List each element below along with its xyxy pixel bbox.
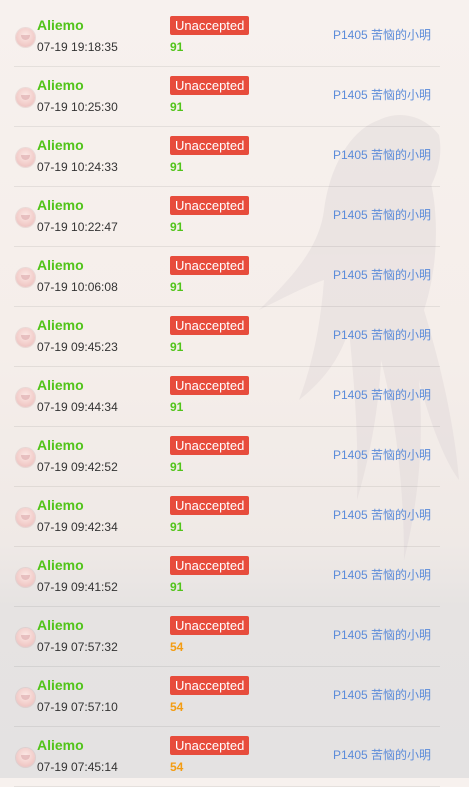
user-avatar[interactable] xyxy=(16,148,35,167)
status-badge[interactable]: Unaccepted xyxy=(170,256,250,275)
username-link[interactable]: Aliemo xyxy=(37,377,84,393)
username-link[interactable]: Aliemo xyxy=(37,137,84,153)
submission-row: Aliemo 07-19 10:24:33 Unaccepted 91 P1405 苦恼… xyxy=(14,127,440,187)
score-value: 54 xyxy=(170,640,184,654)
submission-time: 07-19 10:06:08 xyxy=(37,280,118,294)
problem-link[interactable]: P1405 苦恼的小明 xyxy=(333,748,431,762)
user-avatar[interactable] xyxy=(16,628,35,647)
submission-time: 07-19 07:45:14 xyxy=(37,760,118,774)
username-link[interactable]: Aliemo xyxy=(37,617,84,633)
username-link[interactable]: Aliemo xyxy=(37,557,84,573)
user-avatar[interactable] xyxy=(16,508,35,527)
user-avatar[interactable] xyxy=(16,88,35,107)
status-badge[interactable]: Unaccepted xyxy=(170,136,250,155)
score-value: 91 xyxy=(170,520,184,534)
submission-row: Aliemo 07-19 09:45:23 Unaccepted 91 P1405 苦恼… xyxy=(14,307,440,367)
submission-row: Aliemo 07-19 07:45:14 Unaccepted 54 P1405 苦恼… xyxy=(14,727,440,787)
user-avatar[interactable] xyxy=(16,448,35,467)
user-avatar[interactable] xyxy=(16,688,35,707)
user-avatar[interactable] xyxy=(16,568,35,587)
username-link[interactable]: Aliemo xyxy=(37,677,84,693)
submission-time: 07-19 10:25:30 xyxy=(37,100,118,114)
status-badge[interactable]: Unaccepted xyxy=(170,676,250,695)
problem-link[interactable]: P1405 苦恼的小明 xyxy=(333,628,431,642)
status-badge[interactable]: Unaccepted xyxy=(170,436,250,455)
score-value: 91 xyxy=(170,340,184,354)
username-link[interactable]: Aliemo xyxy=(37,17,84,33)
status-badge[interactable]: Unaccepted xyxy=(170,556,250,575)
submission-row: Aliemo 07-19 09:42:52 Unaccepted 91 P1405 苦恼… xyxy=(14,427,440,487)
status-badge[interactable]: Unaccepted xyxy=(170,616,250,635)
problem-link[interactable]: P1405 苦恼的小明 xyxy=(333,328,431,342)
submission-time: 07-19 10:24:33 xyxy=(37,160,118,174)
status-badge[interactable]: Unaccepted xyxy=(170,196,250,215)
score-value: 91 xyxy=(170,40,184,54)
submission-time: 07-19 07:57:10 xyxy=(37,700,118,714)
user-avatar[interactable] xyxy=(16,28,35,47)
submission-time: 07-19 19:18:35 xyxy=(37,40,118,54)
username-link[interactable]: Aliemo xyxy=(37,197,84,213)
status-badge[interactable]: Unaccepted xyxy=(170,736,250,755)
username-link[interactable]: Aliemo xyxy=(37,77,84,93)
score-value: 91 xyxy=(170,280,184,294)
score-value: 91 xyxy=(170,100,184,114)
problem-link[interactable]: P1405 苦恼的小明 xyxy=(333,28,431,42)
submission-row: Aliemo 07-19 07:57:32 Unaccepted 54 P1405 苦恼… xyxy=(14,607,440,667)
score-value: 54 xyxy=(170,760,184,774)
user-avatar[interactable] xyxy=(16,328,35,347)
score-value: 91 xyxy=(170,460,184,474)
score-value: 91 xyxy=(170,400,184,414)
submission-row: Aliemo 07-19 09:41:52 Unaccepted 91 P1405 苦恼… xyxy=(14,547,440,607)
submission-row: Aliemo 07-19 09:44:34 Unaccepted 91 P1405 苦恼… xyxy=(14,367,440,427)
submission-time: 07-19 09:44:34 xyxy=(37,400,118,414)
user-avatar[interactable] xyxy=(16,208,35,227)
submission-row: Aliemo 07-19 09:42:34 Unaccepted 91 P1405 苦恼… xyxy=(14,487,440,547)
problem-link[interactable]: P1405 苦恼的小明 xyxy=(333,208,431,222)
username-link[interactable]: Aliemo xyxy=(37,257,84,273)
submission-time: 07-19 10:22:47 xyxy=(37,220,118,234)
submission-time: 07-19 09:42:34 xyxy=(37,520,118,534)
submission-row: Aliemo 07-19 07:57:10 Unaccepted 54 P1405 苦恼… xyxy=(14,667,440,727)
problem-link[interactable]: P1405 苦恼的小明 xyxy=(333,688,431,702)
user-avatar[interactable] xyxy=(16,268,35,287)
problem-link[interactable]: P1405 苦恼的小明 xyxy=(333,568,431,582)
user-avatar[interactable] xyxy=(16,748,35,767)
problem-link[interactable]: P1405 苦恼的小明 xyxy=(333,448,431,462)
problem-link[interactable]: P1405 苦恼的小明 xyxy=(333,508,431,522)
problem-link[interactable]: P1405 苦恼的小明 xyxy=(333,268,431,282)
submission-list: Aliemo 07-19 19:18:35 Unaccepted 91 P1405 苦恼… xyxy=(0,0,469,787)
submission-row: Aliemo 07-19 19:18:35 Unaccepted 91 P1405 苦恼… xyxy=(14,0,440,67)
problem-link[interactable]: P1405 苦恼的小明 xyxy=(333,148,431,162)
username-link[interactable]: Aliemo xyxy=(37,317,84,333)
score-value: 91 xyxy=(170,160,184,174)
status-badge[interactable]: Unaccepted xyxy=(170,76,250,95)
submission-time: 07-19 07:57:32 xyxy=(37,640,118,654)
status-badge[interactable]: Unaccepted xyxy=(170,376,250,395)
problem-link[interactable]: P1405 苦恼的小明 xyxy=(333,88,431,102)
score-value: 91 xyxy=(170,220,184,234)
username-link[interactable]: Aliemo xyxy=(37,737,84,753)
username-link[interactable]: Aliemo xyxy=(37,497,84,513)
score-value: 54 xyxy=(170,700,184,714)
problem-link[interactable]: P1405 苦恼的小明 xyxy=(333,388,431,402)
submission-row: Aliemo 07-19 10:22:47 Unaccepted 91 P1405 苦恼… xyxy=(14,187,440,247)
submission-time: 07-19 09:41:52 xyxy=(37,580,118,594)
submission-row: Aliemo 07-19 10:25:30 Unaccepted 91 P1405 苦恼… xyxy=(14,67,440,127)
user-avatar[interactable] xyxy=(16,388,35,407)
submission-time: 07-19 09:45:23 xyxy=(37,340,118,354)
score-value: 91 xyxy=(170,580,184,594)
username-link[interactable]: Aliemo xyxy=(37,437,84,453)
status-badge[interactable]: Unaccepted xyxy=(170,496,250,515)
status-badge[interactable]: Unaccepted xyxy=(170,16,250,35)
status-badge[interactable]: Unaccepted xyxy=(170,316,250,335)
submission-time: 07-19 09:42:52 xyxy=(37,460,118,474)
submission-row: Aliemo 07-19 10:06:08 Unaccepted 91 P1405 苦恼… xyxy=(14,247,440,307)
